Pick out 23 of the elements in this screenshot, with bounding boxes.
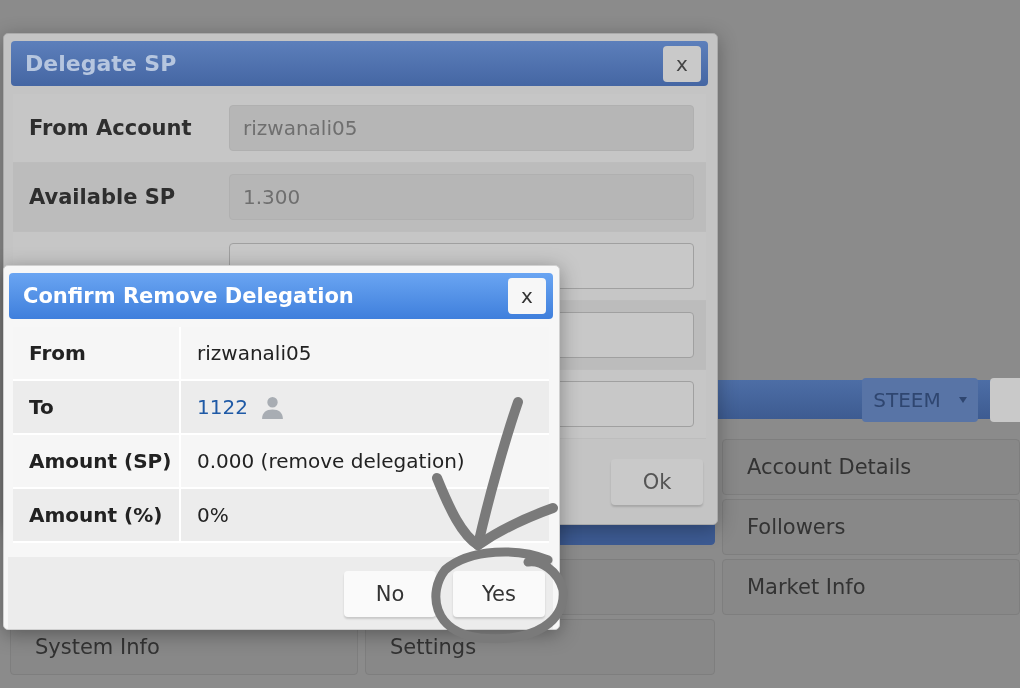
field-label: Available SP — [29, 185, 176, 209]
table-cell-text: rizwanali05 — [196, 340, 313, 367]
user-icon — [259, 394, 285, 420]
table-cell-text: 0% — [196, 502, 230, 529]
caret-icon — [958, 396, 967, 403]
table-cell: To — [13, 381, 181, 433]
input-field[interactable] — [990, 377, 1020, 422]
yes-button[interactable]: Yes — [453, 571, 545, 617]
table-cell: From — [13, 327, 181, 379]
dialog-title: Confirm Remove Delegation — [23, 284, 354, 308]
menu-item[interactable]: Followers — [722, 499, 1020, 555]
menu-item[interactable]: Market Info — [722, 559, 1020, 615]
ok-button[interactable]: Ok — [611, 459, 703, 505]
close-button[interactable]: x — [508, 278, 546, 314]
table-cell-text: 0.000 (remove delegation) — [196, 448, 466, 475]
menu-item[interactable]: Account Details — [722, 439, 1020, 495]
account-link[interactable]: 1122 — [197, 395, 248, 419]
field-label: From Account — [29, 116, 192, 140]
dialog-title: Delegate SP — [25, 51, 177, 76]
table-cell: Amount (SP) — [13, 435, 181, 487]
table-cell: Amount (%) — [13, 489, 181, 541]
no-button[interactable]: No — [344, 571, 436, 617]
close-button[interactable]: x — [663, 45, 701, 82]
